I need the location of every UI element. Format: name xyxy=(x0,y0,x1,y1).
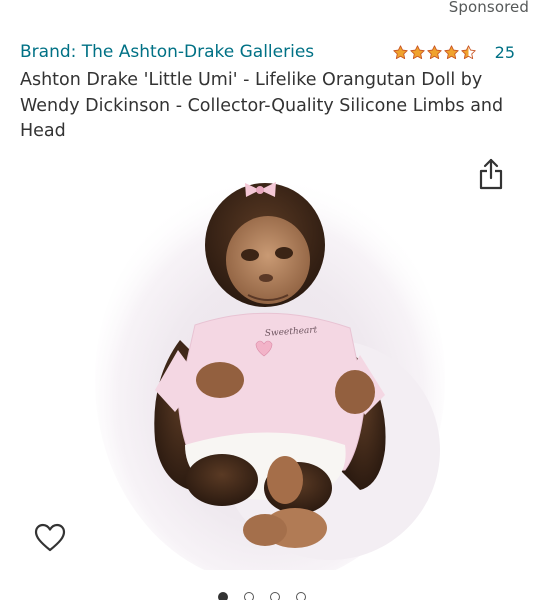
star-icon xyxy=(392,45,408,60)
carousel-dot[interactable] xyxy=(296,592,306,600)
product-page: Sponsored Brand: The Ashton-Drake Galler… xyxy=(0,0,535,600)
carousel-dot[interactable] xyxy=(270,592,280,600)
wishlist-button[interactable] xyxy=(34,522,66,554)
star-icon xyxy=(443,45,459,60)
sponsored-label: Sponsored xyxy=(448,0,529,16)
product-image[interactable]: Sweetheart xyxy=(60,150,480,585)
brand-rating-row: Brand: The Ashton-Drake Galleries 25 xyxy=(20,42,515,66)
share-button[interactable] xyxy=(478,158,504,190)
product-photo: Sweetheart xyxy=(95,175,445,585)
product-title: Ashton Drake 'Little Umi' - Lifelike Ora… xyxy=(20,70,504,141)
star-icon xyxy=(409,45,425,60)
star-icon xyxy=(426,45,442,60)
share-icon xyxy=(479,158,503,190)
rating-count[interactable]: 25 xyxy=(495,43,515,62)
rating[interactable]: 25 xyxy=(392,43,515,62)
brand-link[interactable]: Brand: The Ashton-Drake Galleries xyxy=(20,42,314,62)
carousel-dots xyxy=(218,592,306,600)
star-rating xyxy=(392,44,477,61)
carousel-dot[interactable] xyxy=(244,592,254,600)
heart-outline-icon xyxy=(34,523,66,552)
carousel-dot[interactable] xyxy=(218,592,228,600)
half-star-icon xyxy=(460,45,476,60)
